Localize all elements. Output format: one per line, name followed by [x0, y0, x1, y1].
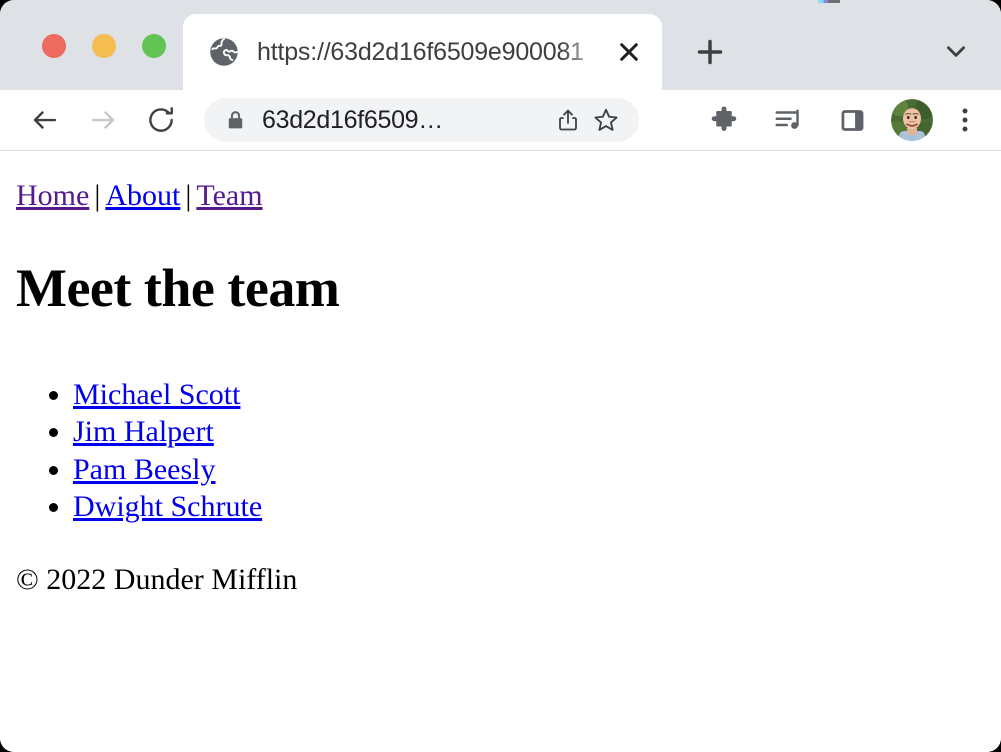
chevron-down-icon[interactable]: [933, 28, 979, 74]
zoom-window-button[interactable]: [142, 34, 166, 58]
nav-link-about[interactable]: About: [105, 179, 180, 212]
lock-icon[interactable]: [224, 109, 246, 131]
browser-toolbar: 63d2d16f6509…: [0, 90, 1001, 151]
tab-strip: https://63d2d16f6509e900081: [0, 0, 1001, 90]
address-bar-text: 63d2d16f6509…: [262, 105, 443, 134]
share-icon[interactable]: [549, 101, 587, 139]
nav-link-team[interactable]: Team: [196, 179, 262, 212]
media-control-icon[interactable]: [763, 95, 813, 145]
copyright-footer: © 2022 Dunder Mifflin: [16, 563, 298, 597]
nav-separator: |: [185, 179, 192, 212]
list-item: Dwight Schrute: [73, 488, 985, 525]
puzzle-icon[interactable]: [699, 95, 749, 145]
star-icon[interactable]: [587, 101, 625, 139]
page-title: Meet the team: [16, 258, 340, 318]
avatar[interactable]: [891, 99, 933, 141]
side-panel-icon[interactable]: [827, 95, 877, 145]
team-member-list: Michael Scott Jim Halpert Pam Beesly Dwi…: [16, 376, 985, 525]
globe-icon: [209, 37, 239, 67]
list-item: Pam Beesly: [73, 451, 985, 488]
list-item: Jim Halpert: [73, 413, 985, 450]
background-window-sliver: [818, 0, 840, 3]
list-item: Michael Scott: [73, 376, 985, 413]
page-content: Home|About|Team Meet the team Michael Sc…: [0, 151, 1001, 752]
team-link-jim-halpert[interactable]: Jim Halpert: [73, 415, 214, 448]
tab-title: https://63d2d16f6509e900081: [257, 37, 584, 66]
team-link-dwight-schrute[interactable]: Dwight Schrute: [73, 490, 262, 523]
close-icon[interactable]: [612, 35, 646, 69]
minimize-window-button[interactable]: [92, 34, 116, 58]
team-link-michael-scott[interactable]: Michael Scott: [73, 378, 240, 411]
toolbar-right-cluster: [699, 95, 1001, 145]
new-tab-button[interactable]: [686, 28, 734, 76]
three-dot-menu-icon[interactable]: [945, 97, 985, 143]
browser-window: https://63d2d16f6509e900081 63d2d16f6509…: [0, 0, 1001, 752]
close-window-button[interactable]: [42, 34, 66, 58]
window-controls: [42, 34, 166, 58]
site-navigation: Home | About | Team: [16, 178, 985, 214]
team-link-pam-beesly[interactable]: Pam Beesly: [73, 453, 216, 486]
back-arrow-icon[interactable]: [20, 95, 70, 145]
reload-icon[interactable]: [136, 95, 186, 145]
nav-separator: |: [94, 179, 101, 212]
address-bar[interactable]: 63d2d16f6509…: [204, 98, 639, 142]
browser-tab[interactable]: https://63d2d16f6509e900081: [183, 14, 662, 90]
forward-arrow-icon: [78, 95, 128, 145]
nav-link-home[interactable]: Home: [16, 179, 89, 212]
